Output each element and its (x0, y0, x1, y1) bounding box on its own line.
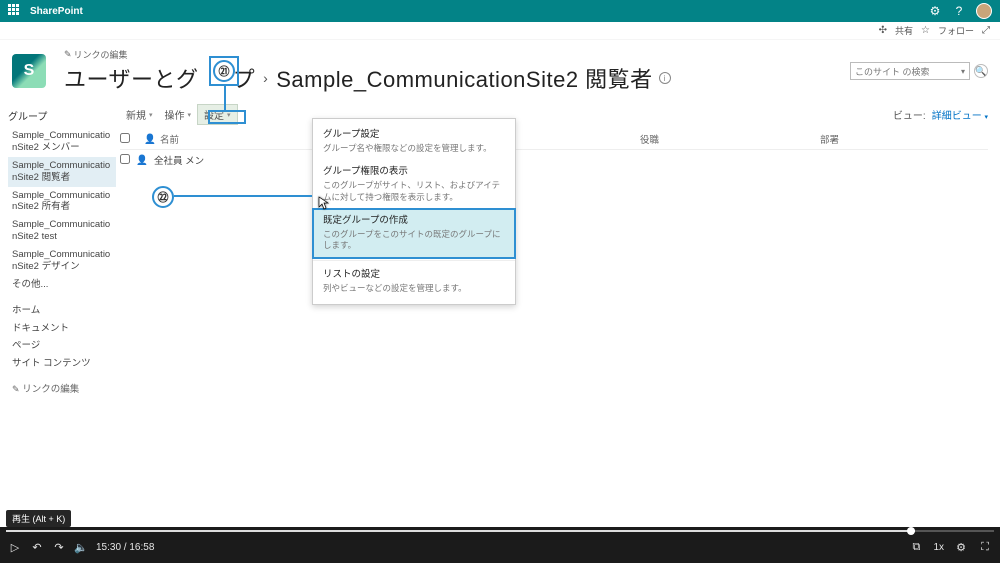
app-launcher-icon[interactable] (8, 4, 22, 18)
playback-speed[interactable]: 1x (933, 542, 944, 553)
play-button[interactable]: ▷ (8, 541, 22, 554)
video-progress[interactable] (6, 530, 994, 532)
user-avatar[interactable] (976, 3, 992, 19)
callout-21: ㉑ (213, 60, 235, 82)
body: グループ Sample_CommunicationSite2 メンバー Samp… (0, 100, 1000, 399)
toolbar: 新規▾ 操作▾ 設定▾ ビュー: 詳細ビュー ▾ (120, 100, 988, 129)
leftnav-more[interactable]: その他... (8, 276, 116, 294)
fullscreen-icon[interactable]: ⛶ (978, 541, 992, 554)
toolbar-operations[interactable]: 操作▾ (159, 105, 198, 124)
leftnav-edit-links[interactable]: ✎ リンクの編集 (8, 381, 116, 399)
help-icon[interactable]: ? (952, 4, 966, 18)
page-header: S ✎リンクの編集 ユーザーとグ プ › Sample_Communicatio… (0, 40, 1000, 100)
video-settings-icon[interactable]: ⚙ (954, 541, 968, 554)
menu-view-permissions[interactable]: グループ権限の表示 このグループがサイト、リスト、およびアイテムに対して持つ権限… (313, 160, 515, 209)
select-all-checkbox[interactable] (120, 133, 130, 143)
left-nav: グループ Sample_CommunicationSite2 メンバー Samp… (0, 100, 120, 399)
menu-list-settings[interactable]: リストの設定 列やビューなどの設定を管理します。 (313, 263, 515, 300)
leftnav-site-contents[interactable]: サイト コンテンツ (8, 355, 116, 373)
view-selector[interactable]: 詳細ビュー ▾ (932, 107, 988, 122)
search-go-icon[interactable]: 🔍 (974, 64, 988, 78)
leftnav-home[interactable]: ホーム (8, 302, 116, 320)
menu-make-default-group[interactable]: 既定グループの作成 このグループをこのサイトの既定のグループにします。 (312, 208, 516, 259)
settings-dropdown: グループ設定 グループ名や権限などの設定を管理します。 グループ権限の表示 この… (312, 118, 516, 305)
volume-icon[interactable]: 🔈 (74, 541, 88, 554)
leftnav-group-test[interactable]: Sample_CommunicationSite2 test (8, 216, 116, 246)
leftnav-group-members[interactable]: Sample_CommunicationSite2 メンバー (8, 127, 116, 157)
leftnav-documents[interactable]: ドキュメント (8, 320, 116, 338)
share-icon: ✣ (879, 25, 887, 36)
share-button[interactable]: 共有 (895, 24, 913, 37)
leftnav-group-owners[interactable]: Sample_CommunicationSite2 所有者 (8, 187, 116, 217)
captions-icon[interactable]: ⧉ (909, 541, 923, 554)
video-time: 15:30 / 16:58 (96, 542, 154, 553)
settings-icon[interactable]: ⚙ (928, 4, 942, 18)
row-name: 全社員 メン (154, 153, 204, 167)
view-label: ビュー: (893, 107, 926, 122)
callout-22: ㉒ (152, 186, 174, 208)
user-icon: 👤 (136, 155, 148, 166)
site-action-bar: ✣ 共有 ☆ フォロー ⤢ (0, 22, 1000, 40)
focus-icon[interactable]: ⤢ (982, 25, 990, 36)
follow-icon: ☆ (921, 25, 930, 36)
leftnav-group-design[interactable]: Sample_CommunicationSite2 デザイン (8, 246, 116, 276)
toolbar-settings[interactable]: 設定▾ (197, 104, 238, 125)
toolbar-new[interactable]: 新規▾ (120, 105, 159, 124)
leftnav-heading: グループ (8, 108, 116, 123)
main-content: 新規▾ 操作▾ 設定▾ ビュー: 詳細ビュー ▾ グループ設定 グループ名や権限… (120, 100, 1000, 399)
skip-back-button[interactable]: ↶ (30, 541, 44, 554)
col-role[interactable]: 役職 (632, 132, 812, 146)
leftnav-pages[interactable]: ページ (8, 337, 116, 355)
skip-fwd-button[interactable]: ↷ (52, 541, 66, 554)
menu-group-settings[interactable]: グループ設定 グループ名や権限などの設定を管理します。 (313, 123, 515, 160)
list-header: 👤 名前 説明 役職 部署 (120, 129, 988, 149)
page-title: ユーザーとグ プ › Sample_CommunicationSite2 閲覧者… (64, 62, 671, 94)
app-name: SharePoint (30, 6, 83, 17)
site-logo[interactable]: S (12, 54, 46, 88)
row-checkbox[interactable] (120, 154, 130, 164)
cursor-icon (318, 196, 330, 210)
suite-bar: SharePoint ⚙ ? (0, 0, 1000, 22)
list-row[interactable]: 👤 全社員 メン (120, 149, 988, 170)
search-input[interactable]: このサイト の検索▾ (850, 62, 970, 80)
info-icon[interactable]: i (659, 72, 671, 84)
edit-links-top[interactable]: ✎リンクの編集 (64, 48, 671, 61)
leftnav-group-visitors[interactable]: Sample_CommunicationSite2 閲覧者 (8, 157, 116, 187)
video-controls: ▷ ↶ ↷ 🔈 15:30 / 16:58 ⧉ 1x ⚙ ⛶ (0, 527, 1000, 563)
follow-button[interactable]: フォロー (938, 24, 974, 37)
play-tooltip: 再生 (Alt + K) (6, 510, 71, 527)
col-dept[interactable]: 部署 (812, 132, 988, 146)
